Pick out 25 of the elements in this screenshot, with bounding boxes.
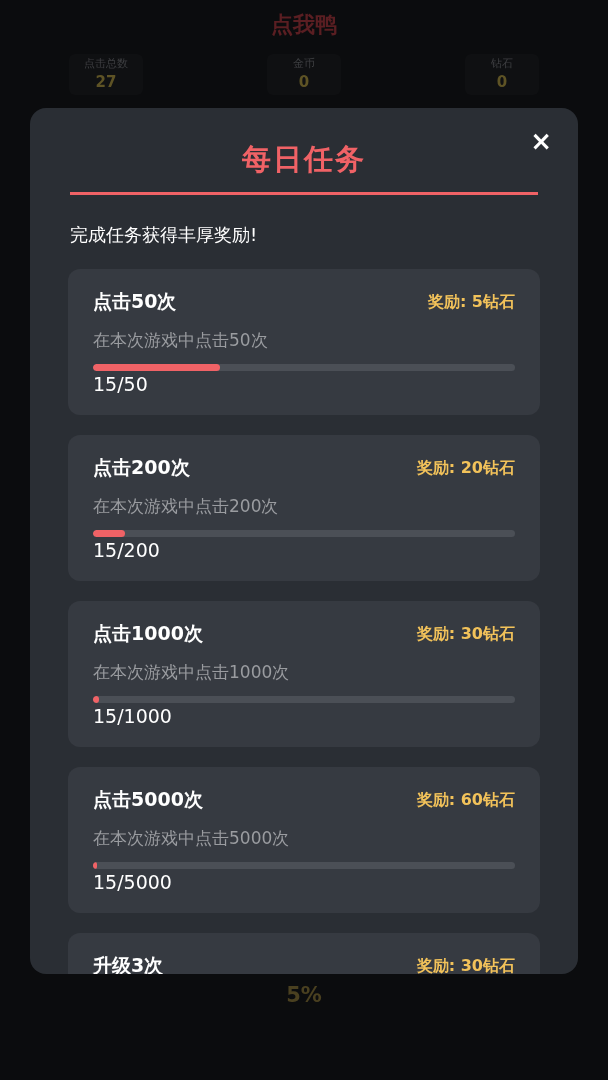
stat-value: 0 xyxy=(496,73,508,91)
task-count: 15/50 xyxy=(93,373,149,395)
task-title: 点击5000次 xyxy=(93,787,203,812)
stat-value: 27 xyxy=(95,73,117,91)
task-reward: 奖励: 30钻石 xyxy=(416,623,515,645)
task-description: 在本次游戏中点击5000次 xyxy=(93,827,291,850)
progress-percent: 5% xyxy=(286,983,322,1007)
dialog-subtitle: 完成任务获得丰厚奖励! xyxy=(70,223,258,247)
task-description: 在本次游戏中点击50次 xyxy=(93,329,269,352)
task-reward: 奖励: 30钻石 xyxy=(416,955,515,974)
task-count: 15/200 xyxy=(93,539,161,561)
task-description: 在本次游戏中点击1000次 xyxy=(93,661,291,684)
app-title: 点我鸭 xyxy=(271,11,337,39)
task-reward: 奖励: 20钻石 xyxy=(416,457,515,479)
close-button[interactable]: × xyxy=(526,128,556,154)
task-count: 15/1000 xyxy=(93,705,173,727)
task-count: 15/5000 xyxy=(93,871,173,893)
dialog-title: 每日任务 xyxy=(242,141,366,178)
task-reward: 奖励: 5钻石 xyxy=(427,291,515,313)
task-reward: 奖励: 60钻石 xyxy=(416,789,515,811)
task-title: 点击200次 xyxy=(93,455,190,480)
stat-value: 0 xyxy=(298,73,310,91)
task-description: 在本次游戏中点击200次 xyxy=(93,495,280,518)
task-title: 点击1000次 xyxy=(93,621,203,646)
task-title: 点击50次 xyxy=(93,289,177,314)
